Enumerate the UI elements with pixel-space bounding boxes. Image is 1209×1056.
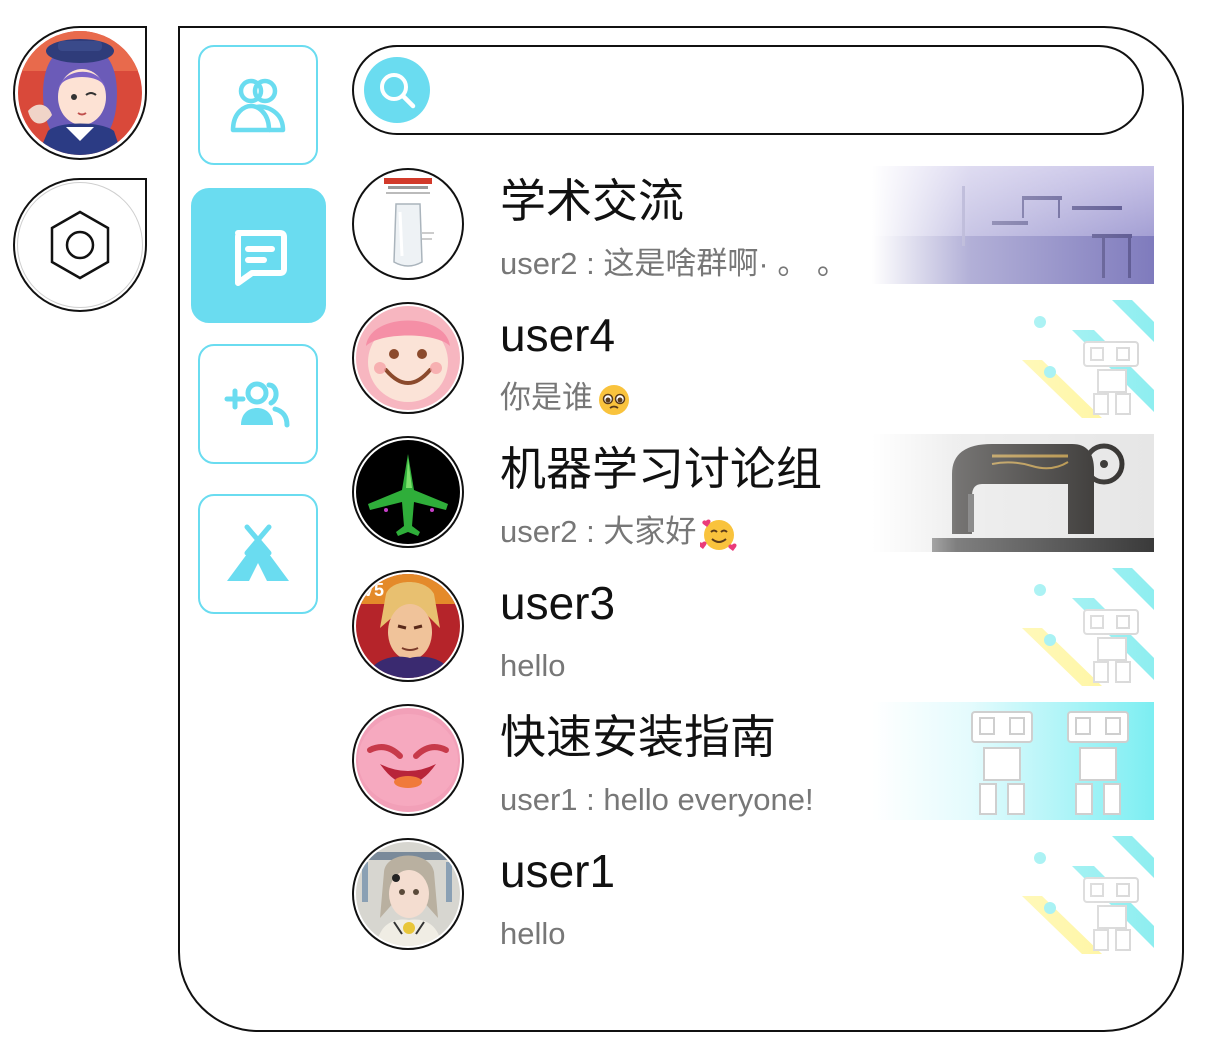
- pleading-face-emoji-icon: [599, 384, 629, 415]
- settings-button-ring: [17, 182, 143, 308]
- chat-avatar: [352, 436, 464, 548]
- chat-item-user4[interactable]: user4 你是谁: [350, 300, 1154, 418]
- nav-friends-button[interactable]: [198, 45, 318, 165]
- smiling-face-with-hearts-emoji-icon: [700, 519, 737, 551]
- chat-item-academic[interactable]: 学术交流 user2 : 这是啥群啊· 。 。: [350, 166, 1154, 284]
- svg-text:V5: V5: [362, 580, 384, 600]
- chat-avatar: [352, 838, 464, 950]
- chat-avatar: V5: [352, 570, 464, 682]
- chat-avatar: [352, 168, 464, 280]
- main-panel: 学术交流 user2 : 这是啥群啊· 。 。 user4 你是谁 机器学习讨论…: [178, 26, 1184, 1032]
- chat-last-message: user1 : hello everyone!: [500, 782, 814, 817]
- chat-avatar: [352, 704, 464, 816]
- chat-background-robot-pattern: [872, 300, 1154, 418]
- nav-chats-button[interactable]: [191, 188, 326, 323]
- search-icon: [380, 73, 416, 109]
- chat-name: user1: [500, 845, 616, 897]
- chat-last-message: 你是谁: [500, 378, 631, 418]
- users-icon: [230, 78, 286, 133]
- chat-bubble-icon: [234, 229, 287, 286]
- chat-last-message: hello: [500, 648, 566, 683]
- chat-background-scenery: [872, 166, 1154, 284]
- chat-last-message: hello: [500, 916, 566, 951]
- search-input[interactable]: [444, 65, 1128, 117]
- chat-background-robot-banner: [872, 702, 1154, 820]
- chat-name: 快速安装指南: [500, 711, 776, 763]
- chat-last-message: user2 : 这是啥群啊· 。 。: [500, 246, 848, 281]
- chat-avatar: [352, 302, 464, 414]
- add-user-icon: [224, 381, 290, 428]
- chat-list: 学术交流 user2 : 这是啥群啊· 。 。 user4 你是谁 机器学习讨论…: [350, 166, 1154, 970]
- chat-item-user3[interactable]: V5 user3 hello: [350, 568, 1154, 686]
- nav-plaza-button[interactable]: [198, 494, 318, 614]
- chat-background-sewing-machine: [872, 434, 1154, 552]
- chat-name: 机器学习讨论组: [500, 443, 822, 495]
- search-button[interactable]: [364, 57, 430, 123]
- chat-background-robot-pattern: [872, 568, 1154, 686]
- chat-name: user3: [500, 577, 616, 629]
- chat-item-user1[interactable]: user1 hello: [350, 836, 1154, 954]
- hexagon-settings-icon: [50, 210, 110, 280]
- chat-name: 学术交流: [500, 175, 684, 227]
- chat-last-message: user2 : 大家好: [500, 512, 738, 553]
- search-bar[interactable]: [352, 45, 1144, 135]
- chat-background-robot-pattern: [872, 836, 1154, 954]
- chat-item-ml-group[interactable]: 机器学习讨论组 user2 : 大家好: [350, 434, 1154, 552]
- tent-icon: [227, 524, 289, 581]
- profile-avatar: [18, 31, 142, 155]
- nav-add-friend-button[interactable]: [198, 344, 318, 464]
- profile-avatar-button[interactable]: [13, 26, 147, 160]
- chat-name: user4: [500, 309, 616, 361]
- settings-button[interactable]: [13, 178, 147, 312]
- chat-item-install-guide[interactable]: 快速安装指南 user1 : hello everyone!: [350, 702, 1154, 820]
